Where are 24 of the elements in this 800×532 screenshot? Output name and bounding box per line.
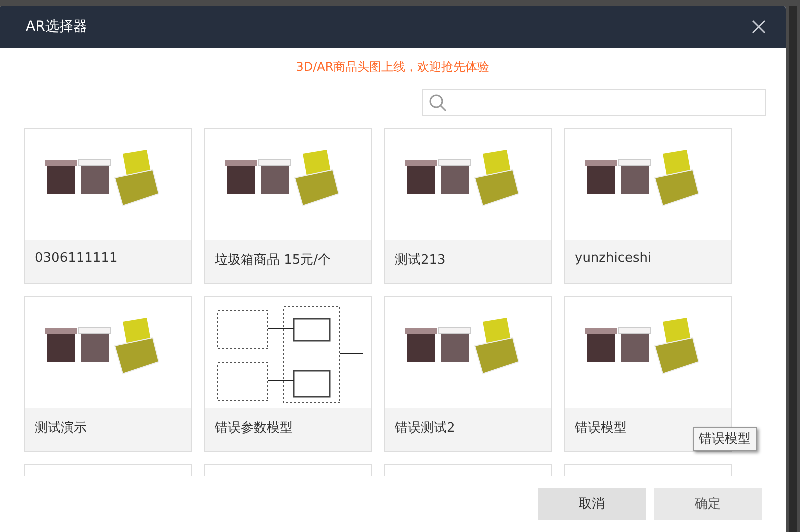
close-button[interactable] [750,18,768,36]
card-title: yunzhiceshi [565,240,731,283]
card-title: 0306111111 [25,240,191,283]
model-card[interactable]: 测试213 [384,128,552,284]
model-card[interactable]: yunzhiceshi [564,128,732,284]
model-card[interactable]: 测试演示 [24,296,192,452]
card-title: 错误测试2 [385,408,551,451]
card-title: 错误参数模型 [205,408,371,451]
model-card[interactable]: 垃圾箱商品 15元/个 [204,128,372,284]
model-card[interactable]: 0306111111 [24,128,192,284]
search-field[interactable] [422,89,766,116]
dialog-title: AR选择器 [26,18,88,36]
notice-text: 3D/AR商品头图上线，欢迎抢先体验 [295,59,491,75]
card-title: 垃圾箱商品 15元/个 [205,240,371,283]
model-card[interactable]: 错误参数模型 [204,296,372,452]
search-icon [429,94,447,112]
card-title: 测试演示 [25,408,191,451]
card-title: 测试213 [385,240,551,283]
scrollbar[interactable] [789,6,797,532]
close-icon [752,20,766,34]
cancel-button[interactable]: 取消 [538,488,646,520]
confirm-button[interactable]: 确定 [654,488,762,520]
model-card[interactable]: 错误测试2 [384,296,552,452]
tooltip: 错误模型 [693,427,757,451]
